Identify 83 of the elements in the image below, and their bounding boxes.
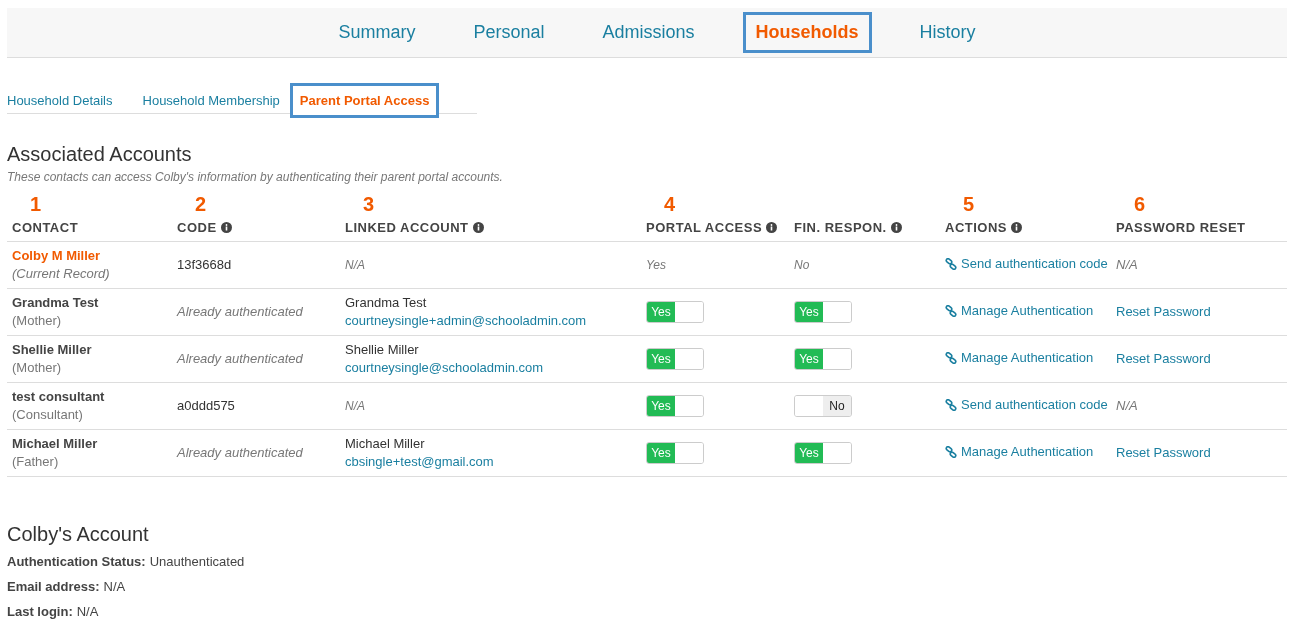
toggle-switch[interactable]: Yes xyxy=(646,300,704,323)
field-value: N/A xyxy=(76,602,99,621)
toggle-switch[interactable]: Yes xyxy=(794,300,852,323)
section-heading: Colby's Account xyxy=(7,521,150,546)
column-header: CODE xyxy=(177,219,217,237)
annotation-number: 1 xyxy=(30,193,42,215)
status-text: Already authenticated xyxy=(177,444,303,460)
code-text: 13f3668d xyxy=(177,256,232,272)
column-header: PASSWORD RESET xyxy=(1116,219,1246,237)
field-label: Authentication Status: xyxy=(7,552,146,571)
column-header: CONTACT xyxy=(12,219,79,237)
cell-text: No xyxy=(794,257,810,272)
cell-text: N/A xyxy=(1116,397,1138,413)
contact-role: (Current Record) xyxy=(12,264,111,283)
section-heading: Associated Accounts xyxy=(7,142,193,166)
cell-text: N/A xyxy=(345,397,366,415)
toggle-switch[interactable]: Yes xyxy=(794,441,852,464)
action-link[interactable]: Send authentication code xyxy=(945,394,1108,415)
sub-tab[interactable]: Household Details xyxy=(7,90,113,111)
status-text: Already authenticated xyxy=(177,350,303,366)
toggle-switch[interactable]: Yes xyxy=(646,394,704,417)
annotation-number: 3 xyxy=(363,193,375,215)
cell-text: N/A xyxy=(345,256,366,274)
reset-password-link[interactable]: Reset Password xyxy=(1116,350,1211,366)
link-icon xyxy=(945,257,957,270)
column-header: ACTIONS xyxy=(945,219,1007,237)
field-label: Last login: xyxy=(7,602,73,621)
toggle-switch[interactable]: No xyxy=(794,394,852,417)
account-name: Grandma Test xyxy=(345,293,428,312)
code-text: a0ddd575 xyxy=(177,397,235,413)
nav-tab[interactable]: Personal xyxy=(463,15,555,50)
contact-role: (Mother) xyxy=(12,358,63,377)
nav-tab[interactable]: History xyxy=(909,15,986,50)
info-icon[interactable] xyxy=(766,222,778,234)
link-icon xyxy=(945,304,957,317)
link-icon xyxy=(945,445,957,458)
info-icon[interactable] xyxy=(220,222,232,234)
link-icon xyxy=(945,398,957,411)
contact-role: (Father) xyxy=(12,452,60,471)
email-link[interactable]: courtneysingle+admin@schooladmin.com xyxy=(345,311,646,330)
column-header: LINKED ACCOUNT xyxy=(345,219,469,237)
link-icon xyxy=(945,351,957,364)
contact-role: (Consultant) xyxy=(12,405,84,424)
action-link[interactable]: Manage Authentication xyxy=(945,347,1094,368)
contact-role: (Mother) xyxy=(12,311,63,330)
sub-tab[interactable]: Household Membership xyxy=(142,90,280,111)
info-icon[interactable] xyxy=(890,222,902,234)
toggle-switch[interactable]: Yes xyxy=(794,347,852,370)
email-link[interactable]: cbsingle+test@gmail.com xyxy=(345,452,646,471)
info-icon[interactable] xyxy=(472,222,484,234)
section-description: These contacts can access Colby's information by authenticating their parent portal accounts. xyxy=(7,169,504,186)
info-icon[interactable] xyxy=(1011,222,1022,234)
contact-name: Grandma Test xyxy=(12,293,100,312)
nav-tab[interactable]: Households xyxy=(742,12,872,53)
nav-tab[interactable]: Summary xyxy=(328,15,426,50)
field-value: Unauthenticated xyxy=(149,552,245,571)
reset-password-link[interactable]: Reset Password xyxy=(1116,444,1211,460)
cell-text: Yes xyxy=(646,257,666,272)
annotation-number: 2 xyxy=(195,193,207,215)
action-link[interactable]: Manage Authentication xyxy=(945,300,1094,321)
action-link[interactable]: Send authentication code xyxy=(945,253,1108,274)
reset-password-link[interactable]: Reset Password xyxy=(1116,303,1211,319)
field-value: N/A xyxy=(103,577,126,596)
column-header: PORTAL ACCESS xyxy=(646,219,763,237)
status-text: Already authenticated xyxy=(177,303,303,319)
column-header: FIN. RESPON. xyxy=(794,219,887,237)
account-name: Shellie Miller xyxy=(345,340,420,359)
action-link[interactable]: Manage Authentication xyxy=(945,441,1094,462)
toggle-switch[interactable]: Yes xyxy=(646,347,704,370)
email-link[interactable]: courtneysingle@schooladmin.com xyxy=(345,358,646,377)
sub-tab[interactable]: Parent Portal Access xyxy=(289,82,440,119)
account-name: Michael Miller xyxy=(345,434,426,453)
cell-text: N/A xyxy=(1116,256,1138,272)
annotation-number: 5 xyxy=(963,193,975,215)
contact-name: Shellie Miller xyxy=(12,340,93,359)
contact-name: Michael Miller xyxy=(12,434,99,453)
nav-tab[interactable]: Admissions xyxy=(592,15,705,50)
annotation-number: 4 xyxy=(664,193,676,215)
contact-name: test consultant xyxy=(12,387,106,406)
contact-name[interactable]: Colby M Miller xyxy=(12,246,177,265)
annotation-number: 6 xyxy=(1134,193,1146,215)
field-label: Email address: xyxy=(7,577,100,596)
toggle-switch[interactable]: Yes xyxy=(646,441,704,464)
